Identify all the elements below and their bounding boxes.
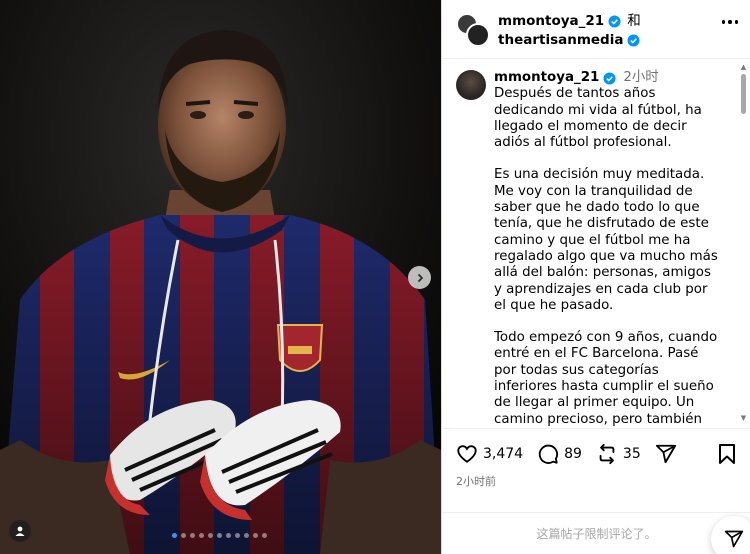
share-button[interactable] bbox=[655, 443, 677, 465]
repost-count[interactable]: 35 bbox=[623, 446, 641, 462]
carousel-dot bbox=[262, 533, 267, 538]
verified-badge-icon bbox=[603, 72, 616, 85]
tagged-users-button[interactable] bbox=[9, 520, 31, 542]
caption-body: mmontoya_21 2小时 Después de tantos años d… bbox=[494, 70, 720, 428]
caption-time: 2小时 bbox=[623, 70, 659, 85]
carousel-dot bbox=[208, 533, 213, 538]
scroll-up-arrow-icon[interactable]: ▲ bbox=[740, 64, 747, 71]
comment-count[interactable]: 89 bbox=[564, 446, 582, 462]
chevron-right-icon bbox=[417, 273, 423, 282]
floating-send-button[interactable] bbox=[711, 516, 750, 554]
carousel-dot bbox=[181, 533, 186, 538]
caption-username[interactable]: mmontoya_21 bbox=[494, 70, 599, 86]
bookmark-icon bbox=[719, 444, 735, 464]
comment-icon bbox=[538, 444, 559, 464]
caption-paragraph: Es una decisión muy meditada. Me voy con… bbox=[494, 167, 718, 313]
carousel-dot bbox=[190, 533, 195, 538]
caption-scrollbar[interactable]: ▲ ▼ bbox=[740, 64, 747, 422]
repost-button[interactable]: 35 bbox=[596, 443, 641, 465]
heart-icon bbox=[457, 445, 477, 463]
save-button[interactable] bbox=[717, 443, 737, 469]
caption-paragraph: Después de tantos años dedicando mi vida… bbox=[494, 86, 702, 151]
repost-icon bbox=[599, 443, 615, 465]
send-icon bbox=[724, 530, 744, 548]
share-icon bbox=[655, 444, 676, 464]
like-button[interactable]: 3,474 bbox=[456, 443, 523, 465]
avatar[interactable] bbox=[456, 70, 486, 100]
verified-badge-icon bbox=[608, 15, 621, 28]
coauthor-username[interactable]: theartisanmedia bbox=[498, 31, 623, 50]
post-header: mmontoya_21 和 theartisanmedia bbox=[442, 0, 750, 59]
action-bar: 3,474 89 35 2小时前 bbox=[442, 428, 750, 489]
verified-badge-icon bbox=[627, 34, 640, 47]
caption-area: mmontoya_21 2小时 Después de tantos años d… bbox=[442, 60, 750, 428]
carousel-dot bbox=[199, 533, 204, 538]
scrollbar-thumb[interactable] bbox=[741, 74, 746, 114]
carousel-dot bbox=[217, 533, 222, 538]
post-sidebar: mmontoya_21 和 theartisanmedia mmontoya_2… bbox=[441, 0, 750, 554]
author-username[interactable]: mmontoya_21 bbox=[498, 12, 604, 31]
carousel-dot bbox=[226, 533, 231, 538]
avatar[interactable] bbox=[466, 23, 490, 47]
carousel-dot bbox=[172, 533, 177, 538]
comments-disabled-notice: 这篇帖子限制评论了。 bbox=[442, 512, 750, 554]
user-tag-icon bbox=[15, 526, 25, 536]
carousel-next-button[interactable] bbox=[408, 266, 431, 289]
carousel-dot bbox=[235, 533, 240, 538]
carousel-dot bbox=[253, 533, 258, 538]
avatar-stack[interactable] bbox=[456, 13, 490, 47]
post-media[interactable] bbox=[0, 0, 441, 554]
scroll-down-arrow-icon[interactable]: ▼ bbox=[740, 415, 747, 422]
like-count[interactable]: 3,474 bbox=[483, 446, 523, 462]
comment-button[interactable]: 89 bbox=[537, 443, 582, 465]
carousel-indicator bbox=[172, 533, 267, 538]
collab-authors: mmontoya_21 和 theartisanmedia bbox=[498, 12, 641, 50]
comments-limited-text: 这篇帖子限制评论了。 bbox=[536, 527, 657, 541]
caption-paragraph: Todo empezó con 9 años, cuando entré en … bbox=[494, 330, 718, 428]
more-icon[interactable] bbox=[721, 20, 738, 24]
post-photo bbox=[0, 0, 441, 554]
carousel-dot bbox=[244, 533, 249, 538]
conjunction-text: 和 bbox=[627, 13, 641, 29]
post-timestamp[interactable]: 2小时前 bbox=[442, 473, 750, 489]
